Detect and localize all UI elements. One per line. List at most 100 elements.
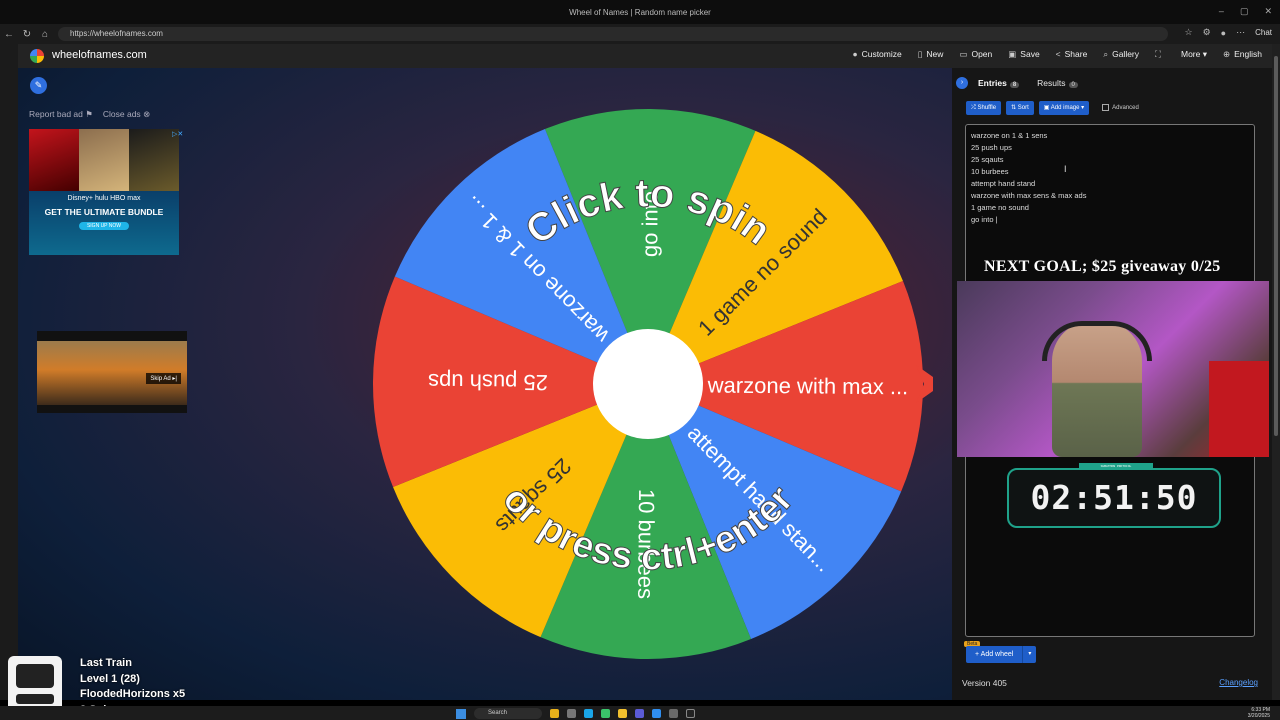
ad-brands: Disney+ hulu HBO max [67,195,141,202]
folder-icon[interactable] [618,709,627,718]
reload-icon[interactable]: ↻ [18,29,36,40]
entry-line[interactable]: go into | [971,214,1249,226]
version-label: Version 405 [962,678,1007,688]
taskbar-app-icon[interactable] [669,709,678,718]
ad-choices-icon[interactable]: ▷✕ [172,130,183,138]
chat-button[interactable]: Chat [1255,28,1272,37]
ad-tile-image [129,129,179,191]
add-wheel-group: + Add wheel ▾ [966,646,1037,663]
extensions-icon[interactable]: ⚙ [1203,27,1211,38]
taskbar-app-icon[interactable] [550,709,559,718]
skip-ad-button[interactable]: Skip Ad ▸| [146,373,181,384]
logo-icon[interactable] [30,49,44,63]
entries-toolbar: ⤮ Shuffle ⇅ Sort ▣ Add image ▾ Advanced [966,101,1139,115]
menu-item-2[interactable]: ▭ Open [959,49,992,60]
taskbar-app-icon[interactable] [635,709,644,718]
top-menu: ● Customize ▯ New ▭ Open ▣ Save < Share ⌕ Gallery ⛶ M… [852,49,1262,60]
tab-entries[interactable]: Entries 8 [978,78,1020,88]
entry-line[interactable]: 1 game no sound [971,202,1249,214]
timer-label: SUBATHON PROTOCOL [1079,463,1153,470]
minimize-icon[interactable]: – [1219,6,1224,17]
giveaway-goal-overlay: NEXT GOAL; $25 giveaway 0/25 [984,258,1221,275]
shuffle-button[interactable]: ⤮ Shuffle [966,101,1002,115]
add-wheel-dropdown[interactable]: ▾ [1022,646,1037,663]
maximize-icon[interactable]: ▢ [1240,6,1249,17]
edit-pencil-icon[interactable]: ✎ [30,77,47,94]
advanced-checkbox[interactable]: Advanced [1102,104,1139,112]
fullscreen-icon: ⛶ [1155,49,1161,59]
menu-item-6[interactable]: ⛶ [1155,49,1165,60]
menu-item-4[interactable]: < Share [1056,49,1088,60]
menu-item-8[interactable]: ⊕ English [1223,49,1262,60]
search-icon: ⌕ [1103,49,1109,59]
tab-results[interactable]: Results 0 [1037,78,1078,88]
spin-wheel[interactable]: go into 1 game no soundwarzone with max .… [368,107,933,672]
ad-cta-button[interactable]: SIGN UP NOW [78,222,130,230]
profile-avatar[interactable]: ● [1221,28,1226,38]
menu-item-5[interactable]: ⌕ Gallery [1103,49,1139,60]
menu-dots-icon[interactable]: ⋯ [1236,27,1245,38]
menu-item-1[interactable]: ▯ New [918,49,944,60]
changelog-link[interactable]: Changelog [1219,678,1258,687]
entry-line[interactable]: attempt hand stand [971,178,1249,190]
entries-count-badge: 8 [1009,82,1020,88]
system-clock[interactable]: 6:33 PM 3/20/2025 [1248,707,1270,719]
bookmark-star-icon[interactable]: ☆ [1185,27,1193,38]
entry-line[interactable]: 25 sqauts [971,154,1249,166]
timer-value: 02:51:50 [1030,478,1198,517]
overlay-title: Last Train [80,657,132,669]
site-name[interactable]: wheelofnames.com [52,49,147,61]
sort-button[interactable]: ⇅ Sort [1006,101,1034,115]
add-image-button[interactable]: ▣ Add image ▾ [1038,101,1090,115]
taskbar-app-icon[interactable] [652,709,661,718]
text-cursor-icon: I [1064,164,1067,174]
chrome-icon[interactable] [601,709,610,718]
video-ad[interactable]: Skip Ad ▸| [37,331,187,413]
browser-toolbar: ← ↻ ⌂ https://wheelofnames.com ☆ ⚙ ● ⋯ C… [0,24,1280,44]
ad-links: Report bad ad ⚑ Close ads ⊗ [29,109,150,120]
webcam-background-fridge [1209,361,1269,457]
edge-icon[interactable] [584,709,593,718]
entry-line[interactable]: warzone with max sens & max ads [971,190,1249,202]
entry-line[interactable]: 25 push ups [971,142,1249,154]
collapse-panel-icon[interactable]: › [956,77,968,89]
entry-line[interactable]: 10 burbees [971,166,1249,178]
windows-start-icon[interactable] [456,708,466,719]
taskbar-app-icon[interactable] [686,709,695,718]
page-scrollbar[interactable] [1272,44,1280,700]
report-bad-ad-link[interactable]: Report bad ad ⚑ [29,109,93,120]
results-count-badge: 0 [1068,82,1078,88]
image-icon: ▣ [1043,105,1050,111]
add-wheel-button[interactable]: + Add wheel [966,646,1023,663]
overlay-user: FloodedHorizons x5 [80,688,186,700]
panel-tabs: › Entries 8 Results 0 [956,77,1078,89]
share-icon: < [1055,49,1061,59]
wheel-center[interactable] [593,329,703,439]
taskbar-search[interactable]: Search [474,708,542,719]
address-bar[interactable]: https://wheelofnames.com [58,27,1168,41]
home-icon[interactable]: ⌂ [36,29,54,40]
ad-headline: GET THE ULTIMATE BUNDLE [44,207,164,217]
close-circle-icon: ⊗ [143,109,151,119]
subathon-timer: SUBATHON PROTOCOL 02:51:50 [1007,463,1221,528]
entries-panel: › Entries 8 Results 0 ⤮ Shuffle ⇅ Sort ▣ A… [952,68,1272,700]
scrollbar-thumb[interactable] [1274,56,1278,436]
menu-item-3[interactable]: ▣ Save [1008,49,1039,60]
close-window-icon[interactable]: ✕ [1264,6,1272,17]
menu-item-7[interactable]: More ▾ [1181,49,1207,60]
ad-banner[interactable]: Disney+ hulu HBO max GET THE ULTIMATE BU… [29,129,179,255]
entry-line[interactable]: warzone on 1 & 1 sens [971,130,1249,142]
folder-icon: ▭ [959,49,968,59]
headphones-shape [1042,321,1152,361]
flag-icon: ⚑ [85,109,93,119]
back-icon[interactable]: ← [0,29,18,40]
browser-sidebar [0,44,18,700]
wheel-slice-label: 25 push ups [428,369,548,395]
sort-icon: ⇅ [1011,105,1017,111]
taskbar: Search 6:33 PM 3/20/2025 [0,706,1280,720]
wheel-slice-label: warzone with max ... [707,373,909,400]
shuffle-icon: ⤮ [971,105,976,111]
close-ads-link[interactable]: Close ads ⊗ [103,109,150,120]
menu-item-0[interactable]: ● Customize [852,49,901,60]
taskbar-app-icon[interactable] [567,709,576,718]
